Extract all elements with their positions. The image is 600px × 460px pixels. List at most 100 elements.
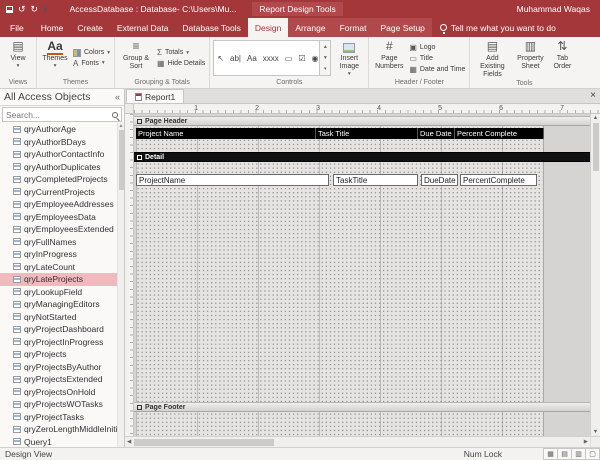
nav-scroll-up-icon[interactable]: ▲ xyxy=(119,123,124,129)
qat-customize-icon[interactable]: ▾ xyxy=(43,5,48,14)
nav-collapse-icon[interactable]: « xyxy=(115,92,120,102)
nav-item[interactable]: qryLateProjects xyxy=(0,273,124,286)
page-header-section-bar[interactable]: Page Header xyxy=(134,116,590,126)
insert-image-button[interactable]: Insert Image ▾ xyxy=(332,38,366,78)
control-icon[interactable]: xxxx xyxy=(260,54,282,63)
field-textbox[interactable]: TaskTitle xyxy=(333,174,418,186)
column-header-label[interactable]: Project Name xyxy=(136,128,316,139)
nav-item[interactable]: qryInProgress xyxy=(0,248,124,261)
nav-item[interactable]: qryProjectsWOTasks xyxy=(0,398,124,411)
themes-button[interactable]: Aa Themes ▾ xyxy=(39,38,71,78)
nav-search-box[interactable] xyxy=(2,107,122,122)
horizontal-ruler[interactable]: 1234567 xyxy=(134,104,600,113)
nav-item[interactable]: Query1 xyxy=(0,436,124,448)
nav-item[interactable]: qryAuthorDuplicates xyxy=(0,161,124,174)
ribbon-tab[interactable]: Home xyxy=(34,18,71,37)
ribbon-tab[interactable]: Create xyxy=(70,18,110,37)
scroll-down-icon[interactable]: ▼ xyxy=(593,429,598,435)
nav-item[interactable]: qryZeroLengthMiddleInitial xyxy=(0,423,124,436)
status-view-button[interactable]: ▦ xyxy=(543,448,558,460)
vertical-ruler[interactable] xyxy=(125,114,134,436)
search-icon[interactable] xyxy=(112,112,118,118)
nav-scrollbar[interactable]: ▲ xyxy=(117,123,124,447)
page-header-grid[interactable]: Project NameTask TitleDue DatePercent Co… xyxy=(136,126,544,152)
nav-item[interactable]: qryProjectTasks xyxy=(0,411,124,424)
nav-item[interactable]: qryProjectsOnHold xyxy=(0,386,124,399)
nav-item[interactable]: qryProjectInProgress xyxy=(0,336,124,349)
field-textbox[interactable]: PercentComplete xyxy=(460,174,537,186)
field-textbox[interactable]: ProjectName xyxy=(136,174,329,186)
tab-order-button[interactable]: ⇅ Tab Order xyxy=(548,38,576,79)
vertical-scroll-thumb[interactable] xyxy=(593,123,599,171)
control-icon[interactable]: ▭ xyxy=(282,54,296,63)
nav-scroll-thumb[interactable] xyxy=(119,130,124,190)
detail-grid[interactable]: ProjectName TaskTitleDueDatePercentComple… xyxy=(136,162,544,402)
nav-item[interactable]: qryLookupField xyxy=(0,286,124,299)
status-view-button[interactable]: ▤ xyxy=(557,448,572,460)
horizontal-scrollbar[interactable]: ◀ ▶ xyxy=(125,436,590,447)
scroll-left-icon[interactable]: ◀ xyxy=(127,439,131,445)
title-button[interactable]: ▭ Title xyxy=(407,54,467,63)
tell-me-box[interactable]: Tell me what you want to do xyxy=(432,18,564,37)
undo-icon[interactable]: ↺ xyxy=(18,5,26,14)
page-footer-section-bar[interactable]: Page Footer xyxy=(134,402,590,412)
group-sort-button[interactable]: ≡ Group & Sort xyxy=(117,38,155,78)
logo-button[interactable]: ▣ Logo xyxy=(407,43,467,52)
user-name[interactable]: Muhammad Waqas xyxy=(517,4,590,14)
nav-item[interactable]: qryProjectDashboard xyxy=(0,323,124,336)
control-icon[interactable]: ☑ xyxy=(295,54,308,63)
add-existing-fields-button[interactable]: ▤ Add Existing Fields xyxy=(472,38,512,79)
nav-item[interactable]: qryEmployeesExtended xyxy=(0,223,124,236)
search-input[interactable] xyxy=(6,110,112,120)
ribbon-tab[interactable]: External Data xyxy=(110,18,176,37)
scroll-right-icon[interactable]: ▶ xyxy=(584,439,588,445)
nav-item[interactable]: qryAuthorBDays xyxy=(0,136,124,149)
ribbon-tab[interactable]: Format xyxy=(333,18,374,37)
nav-item[interactable]: qryEmployeesData xyxy=(0,211,124,224)
nav-item[interactable]: qryProjects xyxy=(0,348,124,361)
nav-item[interactable]: qryNotStarted xyxy=(0,311,124,324)
date-time-button[interactable]: ▦ Date and Time xyxy=(407,65,467,74)
colors-button[interactable]: Colors ▾ xyxy=(71,49,112,57)
page-numbers-button[interactable]: # Page Numbers xyxy=(371,38,407,78)
nav-item[interactable]: qryCurrentProjects xyxy=(0,186,124,199)
horizontal-scroll-thumb[interactable] xyxy=(134,439,274,446)
nav-item[interactable]: qryCompletedProjects xyxy=(0,173,124,186)
control-icon[interactable]: Aa xyxy=(244,54,260,63)
nav-item[interactable]: qryProjectsByAuthor xyxy=(0,361,124,374)
nav-item[interactable]: qryAuthorAge xyxy=(0,123,124,136)
column-header-label[interactable]: Percent Complete xyxy=(455,128,544,139)
ribbon-tab[interactable]: Database Tools xyxy=(175,18,247,37)
control-icon[interactable]: ↖ xyxy=(214,54,227,63)
totals-button[interactable]: Σ Totals ▾ xyxy=(155,48,207,57)
control-icon[interactable]: ab| xyxy=(227,54,244,63)
property-sheet-button[interactable]: ▥ Property Sheet xyxy=(512,38,548,79)
status-view-button[interactable]: ▥ xyxy=(571,448,586,460)
field-textbox[interactable]: DueDate xyxy=(421,174,458,186)
page-footer-grid[interactable] xyxy=(136,412,544,436)
nav-item[interactable]: qryEmployeeAddresses xyxy=(0,198,124,211)
close-document-icon[interactable]: × xyxy=(590,90,596,102)
column-header-label[interactable]: Due Date xyxy=(418,128,455,139)
hide-details-button[interactable]: ▦ Hide Details xyxy=(155,59,207,68)
nav-item[interactable]: qryManagingEditors xyxy=(0,298,124,311)
detail-section-bar[interactable]: Detail xyxy=(134,152,590,162)
document-tab-report1[interactable]: Report1 xyxy=(126,89,184,103)
nav-item[interactable]: qryFullNames xyxy=(0,236,124,249)
nav-item[interactable]: qryProjectsExtended xyxy=(0,373,124,386)
redo-icon[interactable]: ↻ xyxy=(31,5,39,14)
ribbon-tab[interactable]: Design xyxy=(248,18,288,37)
report-design-canvas[interactable]: Page Header Project NameTask TitleDue Da… xyxy=(134,114,590,436)
vertical-scrollbar[interactable]: ▲ ▼ xyxy=(590,114,600,436)
ribbon-tab[interactable]: Page Setup xyxy=(373,18,431,37)
nav-item[interactable]: qryLateCount xyxy=(0,261,124,274)
controls-gallery-scrollbar[interactable]: ▲ ▼ ▾ xyxy=(319,41,330,75)
view-button[interactable]: ▤ View ▾ xyxy=(2,38,34,78)
status-view-button[interactable]: ▢ xyxy=(585,448,600,460)
tab-file[interactable]: File xyxy=(0,18,34,37)
ribbon-tab[interactable]: Arrange xyxy=(288,18,332,37)
column-header-label[interactable]: Task Title xyxy=(316,128,418,139)
control-icon[interactable]: ◉ xyxy=(309,54,320,63)
fonts-button[interactable]: A Fonts ▾ xyxy=(71,59,112,68)
nav-item[interactable]: qryAuthorContactInfo xyxy=(0,148,124,161)
